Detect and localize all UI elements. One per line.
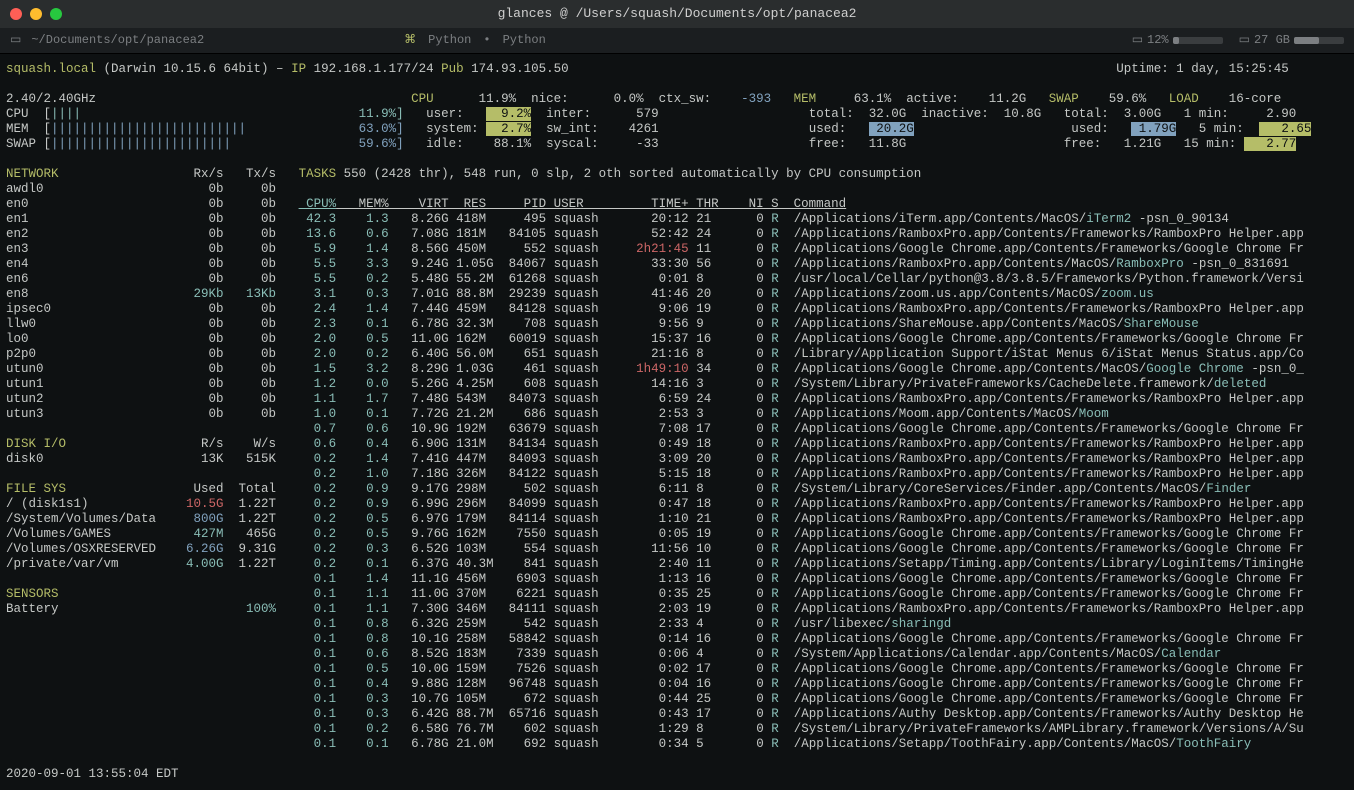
disk-status: ▭ 27 GB	[1239, 33, 1344, 47]
disk-text: 27 GB	[1254, 33, 1290, 47]
window-titlebar: glances @ /Users/squash/Documents/opt/pa…	[0, 0, 1354, 28]
cpu-icon: ▭	[1132, 33, 1143, 47]
statusbar: ~/Documents/opt/panacea2 ⌘ Python•Python…	[0, 28, 1354, 54]
lang-indicator: ⌘ Python•Python	[404, 33, 546, 47]
disk-icon: ▭	[1239, 33, 1250, 47]
cpu-status: ▭ 12%	[1132, 33, 1223, 47]
path-tab[interactable]: ~/Documents/opt/panacea2	[10, 33, 204, 47]
cpu-pct: 12%	[1147, 33, 1169, 47]
path-label: ~/Documents/opt/panacea2	[31, 33, 204, 47]
window-title: glances @ /Users/squash/Documents/opt/pa…	[0, 6, 1354, 22]
lang-left: Python	[428, 33, 471, 47]
lang-right: Python	[503, 33, 546, 47]
terminal-content[interactable]: squash.local (Darwin 10.15.6 64bit) – IP…	[0, 54, 1354, 790]
folder-icon	[10, 33, 25, 47]
